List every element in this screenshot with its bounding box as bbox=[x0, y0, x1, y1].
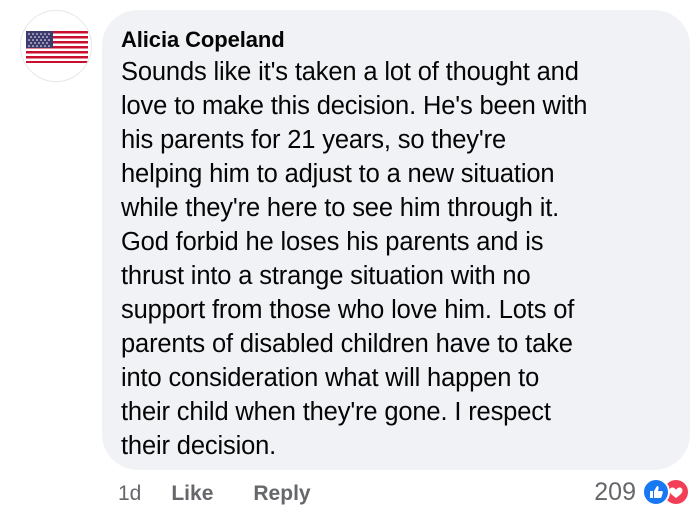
reactions-summary[interactable]: 209 bbox=[594, 474, 692, 510]
like-button[interactable]: Like bbox=[171, 482, 213, 506]
comment-text: Sounds like it's taken a lot of thought … bbox=[121, 58, 588, 460]
avatar[interactable] bbox=[20, 10, 92, 82]
comment-timestamp[interactable]: 1d bbox=[118, 482, 141, 506]
like-reaction-icon bbox=[642, 478, 670, 506]
reply-button[interactable]: Reply bbox=[253, 482, 310, 506]
reaction-count: 209 bbox=[594, 477, 636, 506]
us-flag-icon bbox=[21, 11, 91, 81]
reaction-icons bbox=[642, 478, 692, 506]
comment-actions: 1d Like Reply bbox=[118, 478, 351, 510]
comment-bubble: Alicia Copeland Sounds like it's taken a… bbox=[102, 10, 690, 470]
comment-author[interactable]: Alicia Copeland bbox=[121, 26, 672, 54]
